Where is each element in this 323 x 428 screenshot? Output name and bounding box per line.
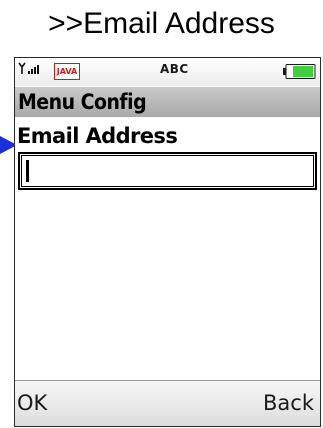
signal-strength-icon bbox=[18, 62, 39, 74]
text-cursor bbox=[26, 160, 29, 182]
ok-softkey-button[interactable]: OK bbox=[17, 390, 47, 416]
input-mode-indicator: ABC bbox=[160, 62, 189, 76]
phone-screen: JAVA ABC Menu Config Email Address OK Ba… bbox=[14, 57, 321, 427]
softkey-bar: OK Back bbox=[15, 380, 320, 426]
email-field-label: Email Address bbox=[17, 124, 178, 148]
email-address-input[interactable] bbox=[18, 152, 317, 190]
java-badge-icon: JAVA bbox=[54, 63, 80, 80]
email-input-inner-border bbox=[21, 155, 314, 187]
back-softkey-button[interactable]: Back bbox=[263, 390, 314, 416]
battery-icon bbox=[283, 64, 316, 79]
page: >>Email Address JAVA ABC Menu Config Ema… bbox=[0, 0, 323, 428]
page-title: Menu Config bbox=[15, 87, 320, 117]
status-bar: JAVA ABC bbox=[15, 58, 320, 86]
caption-title: >>Email Address bbox=[48, 7, 275, 40]
